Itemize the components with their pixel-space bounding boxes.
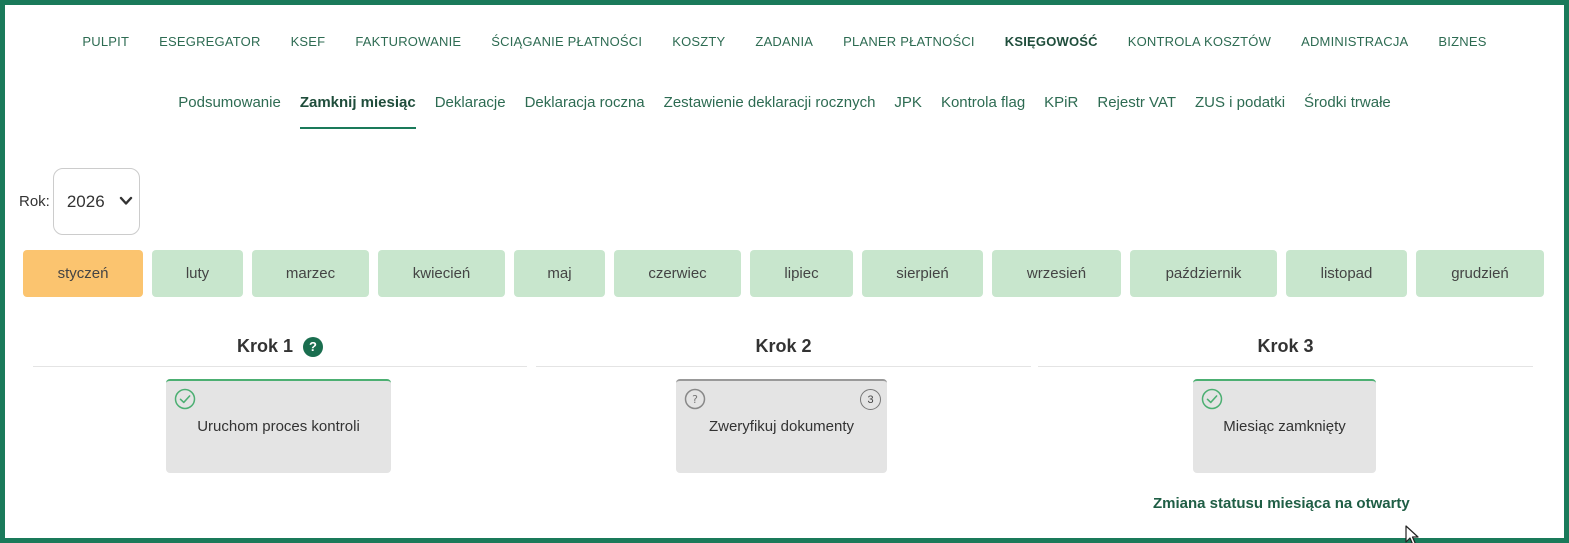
reopen-month-link[interactable]: Zmiana statusu miesiąca na otwarty xyxy=(1153,495,1410,512)
mouse-cursor-icon xyxy=(1405,525,1419,543)
step-2-title: Krok 2 xyxy=(755,336,812,356)
tab-zus-i-podatki[interactable]: ZUS i podatki xyxy=(1186,92,1295,114)
month-button-maj[interactable]: maj xyxy=(514,250,605,297)
month-button-pazdziernik[interactable]: październik xyxy=(1130,250,1277,297)
topnav-item-planer-platnosci[interactable]: PLANER PŁATNOŚCI xyxy=(828,32,990,52)
year-select[interactable]: 2026 xyxy=(52,168,140,235)
tab-srodki-trwale[interactable]: Środki trwałe xyxy=(1295,92,1401,114)
check-circle-icon xyxy=(1201,388,1223,410)
topnav-item-kontrola-kosztow[interactable]: KONTROLA KOSZTÓW xyxy=(1113,32,1286,52)
step-3-title: Krok 3 xyxy=(1257,336,1314,356)
tab-kpir[interactable]: KPiR xyxy=(1035,92,1088,114)
step-1-card[interactable]: Uruchom proces kontroli xyxy=(166,379,391,473)
year-value: 2026 xyxy=(66,191,105,211)
month-button-wrzesien[interactable]: wrzesień xyxy=(992,250,1121,297)
topnav-item-sciaganie-platnosci[interactable]: ŚCIĄGANIE PŁATNOŚCI xyxy=(476,32,657,52)
step-2-header: Krok 2 xyxy=(536,327,1031,367)
tab-zamknij-miesiac[interactable]: Zamknij miesiąc xyxy=(290,92,425,129)
month-button-sierpien[interactable]: sierpień xyxy=(862,250,983,297)
month-button-styczen[interactable]: styczeń xyxy=(23,250,143,297)
topnav-item-ksef[interactable]: KSEF xyxy=(276,32,341,52)
tab-zestawienie-deklaracji-rocznych[interactable]: Zestawienie deklaracji rocznych xyxy=(654,92,885,114)
topnav-item-ksiegowosc[interactable]: KSIĘGOWOŚĆ xyxy=(990,32,1113,52)
month-selector: styczeń luty marzec kwiecień maj czerwie… xyxy=(23,250,1544,297)
month-button-listopad[interactable]: listopad xyxy=(1286,250,1407,297)
chevron-down-icon xyxy=(119,196,133,205)
step-3-header: Krok 3 xyxy=(1038,327,1533,367)
topnav-item-zadania[interactable]: ZADANIA xyxy=(740,32,828,52)
month-button-lipiec[interactable]: lipiec xyxy=(750,250,853,297)
app-frame: PULPIT ESEGREGATOR KSEF FAKTUROWANIE ŚCI… xyxy=(0,0,1569,543)
tab-rejestr-vat[interactable]: Rejestr VAT xyxy=(1088,92,1186,114)
tab-podsumowanie[interactable]: Podsumowanie xyxy=(169,92,291,114)
tab-deklaracje[interactable]: Deklaracje xyxy=(425,92,515,114)
month-button-czerwiec[interactable]: czerwiec xyxy=(614,250,741,297)
month-button-grudzien[interactable]: grudzień xyxy=(1416,250,1544,297)
document-count-badge: 3 xyxy=(860,389,881,410)
step-3-label: Miesiąc zamknięty xyxy=(1223,418,1346,435)
step-3-card[interactable]: Miesiąc zamknięty xyxy=(1193,379,1376,473)
topnav-item-koszty[interactable]: KOSZTY xyxy=(657,32,740,52)
question-circle-icon: ? xyxy=(684,388,706,410)
topnav-item-esegregator[interactable]: ESEGREGATOR xyxy=(144,32,275,52)
svg-text:?: ? xyxy=(692,393,698,406)
tab-kontrola-flag[interactable]: Kontrola flag xyxy=(931,92,1034,114)
year-label: Rok: xyxy=(19,193,50,210)
year-selector-row: Rok: 2026 xyxy=(19,168,140,235)
step-2-label: Zweryfikuj dokumenty xyxy=(708,418,855,435)
top-navigation: PULPIT ESEGREGATOR KSEF FAKTUROWANIE ŚCI… xyxy=(5,32,1564,52)
step-2-card[interactable]: ? 3 Zweryfikuj dokumenty xyxy=(676,379,887,473)
step-1-title: Krok 1 xyxy=(236,336,294,356)
month-button-marzec[interactable]: marzec xyxy=(252,250,369,297)
topnav-item-fakturowanie[interactable]: FAKTUROWANIE xyxy=(340,32,476,52)
step-1-label: Uruchom proces kontroli xyxy=(197,418,360,435)
close-month-steps: Krok 1 ? Uruchom proces kontroli Krok 2 … xyxy=(33,327,1533,537)
tab-deklaracja-roczna[interactable]: Deklaracja roczna xyxy=(515,92,654,114)
help-icon[interactable]: ? xyxy=(303,336,324,357)
step-1-header: Krok 1 ? xyxy=(33,327,527,367)
check-circle-icon xyxy=(174,388,196,410)
topnav-item-biznes[interactable]: BIZNES xyxy=(1423,32,1501,52)
month-button-kwiecien[interactable]: kwiecień xyxy=(378,250,505,297)
topnav-item-administracja[interactable]: ADMINISTRACJA xyxy=(1286,32,1423,52)
topnav-item-pulpit[interactable]: PULPIT xyxy=(67,32,144,52)
sub-navigation: Podsumowanie Zamknij miesiąc Deklaracje … xyxy=(5,92,1564,129)
month-button-luty[interactable]: luty xyxy=(152,250,243,297)
tab-jpk[interactable]: JPK xyxy=(885,92,932,114)
